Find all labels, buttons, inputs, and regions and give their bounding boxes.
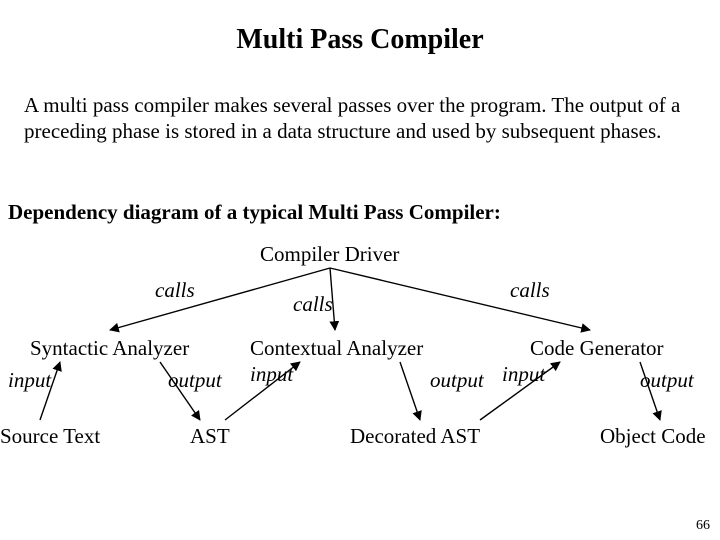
artifact-source-text: Source Text: [0, 424, 100, 449]
diagram-arrows: [0, 0, 720, 540]
label-calls-right: calls: [510, 278, 550, 303]
artifact-object-code: Object Code: [600, 424, 706, 449]
page-number: 66: [696, 518, 710, 534]
slide-title: Multi Pass Compiler: [0, 24, 720, 56]
artifact-decorated-ast: Decorated AST: [350, 424, 480, 449]
diagram-subheading: Dependency diagram of a typical Multi Pa…: [8, 200, 501, 225]
label-output-2: output: [430, 368, 484, 393]
node-compiler-driver: Compiler Driver: [260, 242, 399, 267]
label-output-1: output: [168, 368, 222, 393]
label-output-3: output: [640, 368, 694, 393]
intro-paragraph: A multi pass compiler makes several pass…: [24, 92, 696, 145]
artifact-ast: AST: [190, 424, 230, 449]
node-code-generator: Code Generator: [530, 336, 664, 361]
node-syntactic-analyzer: Syntactic Analyzer: [30, 336, 189, 361]
label-input-3: input: [502, 362, 545, 387]
label-input-2: input: [250, 362, 293, 387]
label-input-1: input: [8, 368, 51, 393]
node-contextual-analyzer: Contextual Analyzer: [250, 336, 423, 361]
label-calls-left: calls: [155, 278, 195, 303]
label-calls-center: calls: [293, 292, 333, 317]
